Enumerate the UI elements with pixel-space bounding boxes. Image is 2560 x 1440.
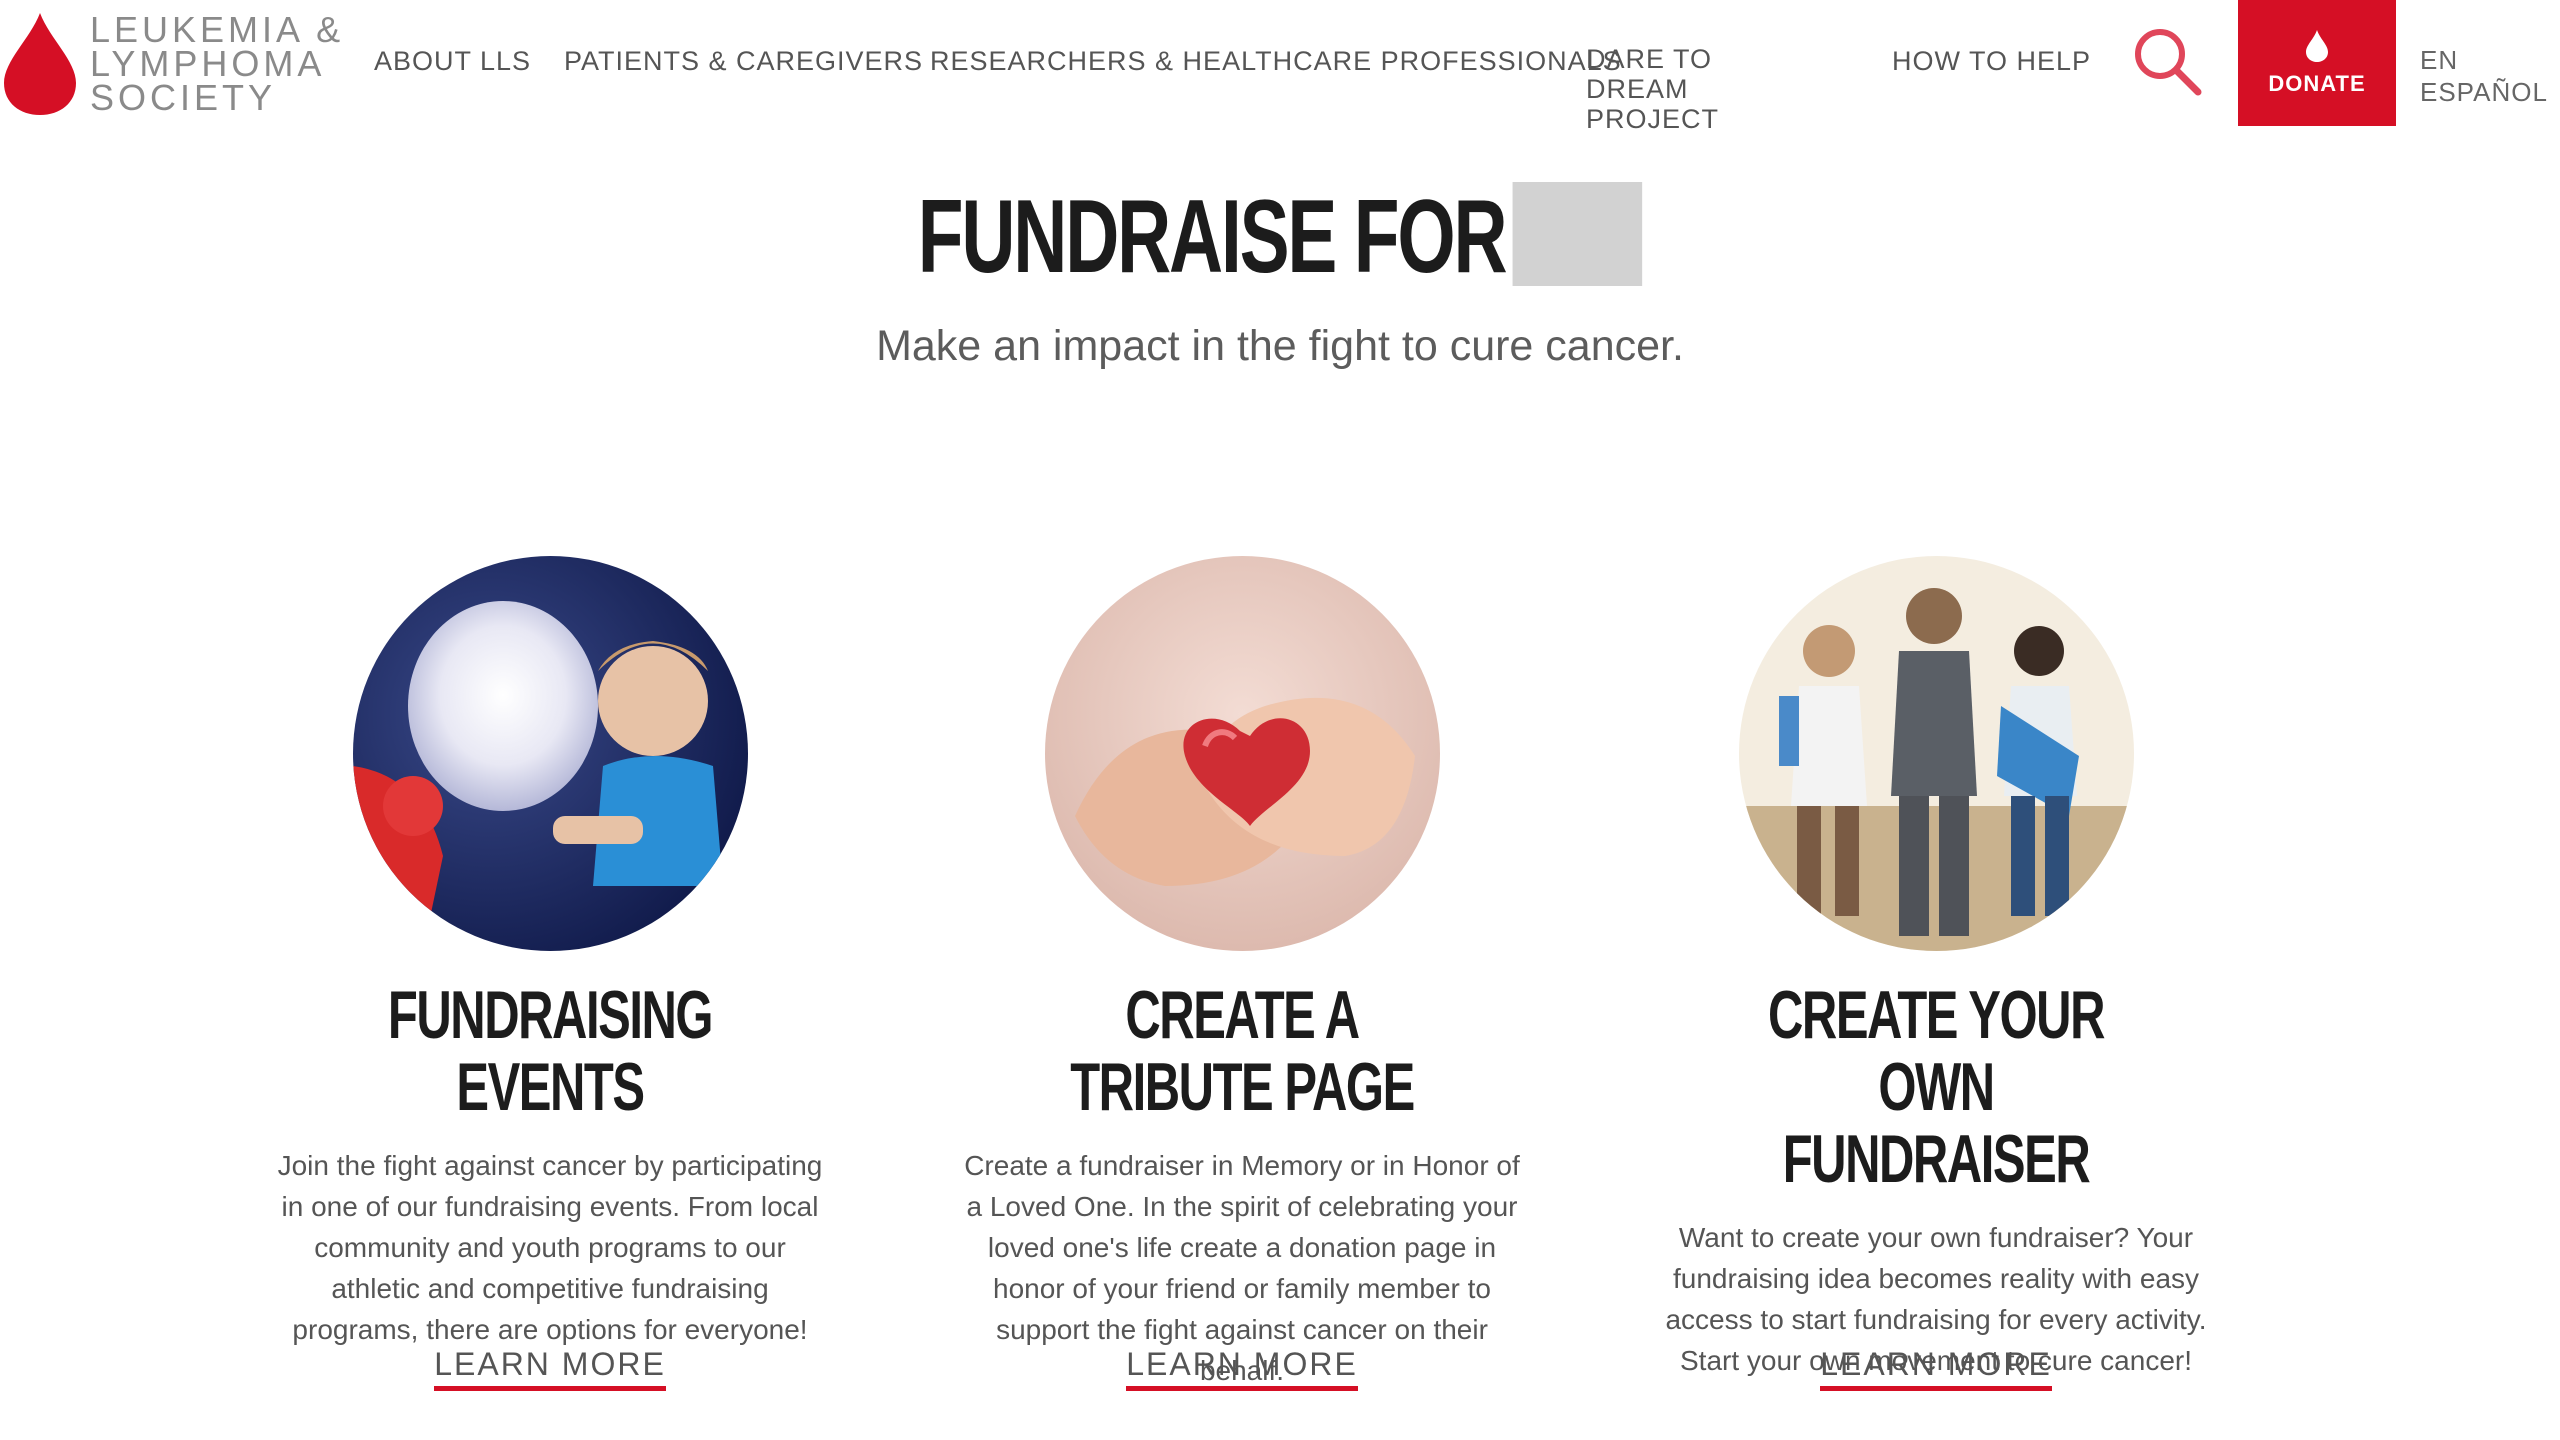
donate-drop-icon [2306,30,2328,62]
search-icon [2135,29,2202,96]
nav-about-lls[interactable]: ABOUT LLS [374,46,531,77]
logo-line-3: SOCIETY [90,77,277,118]
learn-more-wrapper: LEARN MORE [952,1346,1532,1391]
blood-drop-logo-icon [4,13,76,115]
card-own-fundraiser: CREATE YOUR OWN FUNDRAISER Want to creat… [1646,556,2226,1391]
hikers-walking-image[interactable] [1738,556,2134,951]
search-button[interactable] [2128,20,2208,100]
learn-more-wrapper: LEARN MORE [1646,1346,2226,1391]
card-2-illustration [1044,556,1440,951]
logo-line-1: LEUKEMIA & [90,9,345,50]
learn-more-link[interactable]: LEARN MORE [1820,1346,2052,1391]
card-title: CREATE A TRIBUTE PAGE [1070,977,1415,1125]
donate-label: DONATE [2268,71,2366,96]
card-title: FUNDRAISING EVENTS [387,977,714,1125]
site-header: LEUKEMIA & LYMPHOMA SOCIETY ABOUT LLS PA… [0,0,2560,134]
card-description: Join the fight against cancer by partici… [277,1150,823,1345]
nav-how-to-help[interactable]: HOW TO HELP [1892,46,2091,77]
card-3-illustration [1738,556,2134,951]
redacted-block [1512,182,1643,286]
card-tribute-page: CREATE A TRIBUTE PAGE Create a fundraise… [952,556,1532,1391]
site-logo[interactable]: LEUKEMIA & LYMPHOMA SOCIETY [0,0,344,128]
card-fundraising-events: FUNDRAISING EVENTS Join the fight agains… [260,556,840,1391]
logo-line-2: LYMPHOMA [90,43,326,84]
nav-dare-to-dream[interactable]: DARE TO DREAM PROJECT [1586,44,1816,134]
learn-more-wrapper: LEARN MORE [260,1346,840,1391]
page-subtitle: Make an impact in the fight to cure canc… [876,322,1684,370]
language-toggle-link[interactable]: EN ESPAÑOL [2420,44,2550,108]
logo-wordmark: LEUKEMIA & LYMPHOMA SOCIETY [90,9,345,118]
learn-more-link[interactable]: LEARN MORE [434,1346,666,1391]
page-title-text: FUNDRAISE FOR [917,179,1508,295]
nav-patients-caregivers[interactable]: PATIENTS & CAREGIVERS [564,46,923,77]
hands-holding-heart-image[interactable] [1044,556,1440,951]
page-title: FUNDRAISE FOR [358,178,2201,296]
child-with-lantern-image[interactable] [352,556,748,951]
donate-button[interactable]: DONATE [2238,0,2396,126]
card-1-illustration [352,556,748,951]
card-title: CREATE YOUR OWN FUNDRAISER [1768,977,2105,1197]
learn-more-link[interactable]: LEARN MORE [1126,1346,1358,1391]
nav-researchers-professionals[interactable]: RESEARCHERS & HEALTHCARE PROFESSIONALS [930,46,1622,77]
